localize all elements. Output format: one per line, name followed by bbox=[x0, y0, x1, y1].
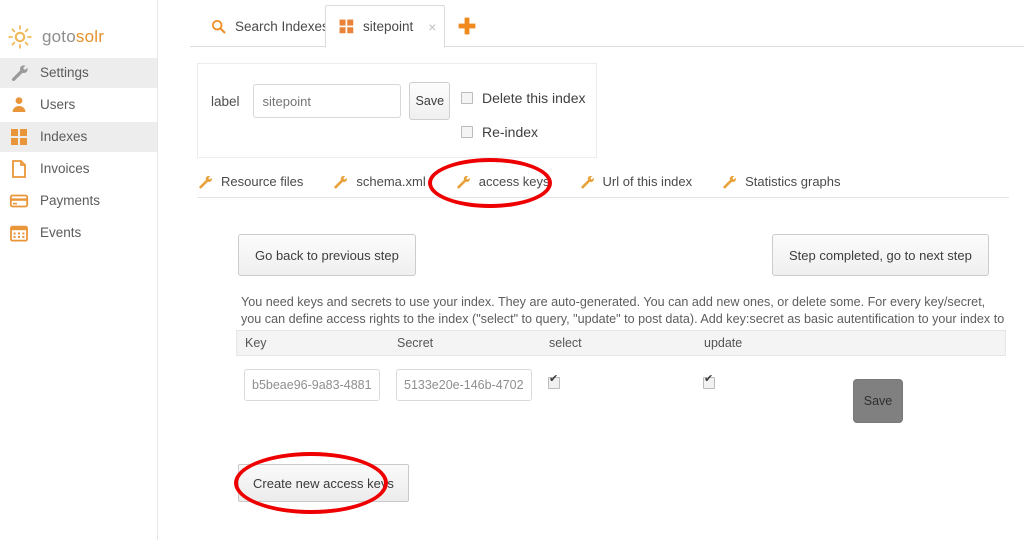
subtab-label: schema.xml bbox=[356, 174, 426, 189]
user-icon bbox=[9, 95, 29, 115]
subtab-schema-xml[interactable]: schema.xml bbox=[332, 174, 426, 190]
column-header-select: select bbox=[549, 336, 582, 350]
subtab-label: Resource files bbox=[221, 174, 304, 189]
cell-secret bbox=[388, 369, 540, 401]
brand-text-accent: solr bbox=[75, 27, 105, 46]
cell-select bbox=[540, 374, 695, 394]
subtab-url-of-this-index[interactable]: Url of this index bbox=[579, 174, 693, 190]
credit-card-icon bbox=[9, 191, 29, 211]
column-header-update: update bbox=[704, 336, 743, 350]
column-header-secret: Secret bbox=[397, 336, 434, 350]
wrench-icon bbox=[332, 174, 348, 190]
sidebar-item-label: Payments bbox=[40, 193, 101, 209]
sidebar-item-label: Users bbox=[40, 97, 76, 113]
key-input[interactable] bbox=[244, 369, 380, 401]
go-back-previous-step-button[interactable]: Go back to previous step bbox=[238, 234, 416, 276]
tab-bar: Search Indexes sitepoint × bbox=[190, 0, 1024, 48]
index-options-group: Delete this index Re-index bbox=[461, 90, 586, 140]
sub-tab-bar: Resource files schema.xml access keys Ur… bbox=[197, 166, 1009, 198]
sidebar-item-settings[interactable]: Settings bbox=[0, 58, 157, 88]
grid-icon bbox=[9, 127, 29, 147]
sidebar-item-payments[interactable]: Payments bbox=[0, 186, 157, 216]
reindex-label: Re-index bbox=[482, 124, 539, 140]
delete-index-checkbox-row[interactable]: Delete this index bbox=[461, 90, 586, 106]
delete-index-label: Delete this index bbox=[482, 90, 586, 106]
grid-icon bbox=[339, 19, 354, 34]
sidebar-item-events[interactable]: Events bbox=[0, 218, 157, 248]
reindex-checkbox-row[interactable]: Re-index bbox=[461, 124, 586, 140]
sidebar-item-indexes[interactable]: Indexes bbox=[0, 122, 157, 152]
cell-key bbox=[236, 369, 388, 401]
brand-text-primary: goto bbox=[42, 27, 76, 46]
calendar-icon bbox=[9, 223, 29, 243]
sidebar-item-label: Events bbox=[40, 225, 82, 241]
wrench-icon bbox=[579, 174, 595, 190]
tab-label: Search Indexes bbox=[235, 19, 329, 34]
document-icon bbox=[9, 159, 29, 179]
brand-logo[interactable]: gotosolr bbox=[0, 16, 157, 58]
wrench-icon bbox=[721, 174, 737, 190]
delete-index-checkbox[interactable] bbox=[461, 92, 473, 104]
select-permission-checkbox[interactable] bbox=[548, 374, 560, 389]
save-keys-button[interactable]: Save bbox=[853, 379, 903, 423]
update-permission-checkbox[interactable] bbox=[703, 374, 715, 389]
create-new-access-keys-button[interactable]: Create new access keys bbox=[238, 464, 409, 502]
sidebar-item-users[interactable]: Users bbox=[0, 90, 157, 120]
sidebar-item-label: Indexes bbox=[40, 129, 88, 145]
label-field-label: label bbox=[211, 93, 240, 109]
add-tab-button[interactable] bbox=[457, 16, 477, 40]
wrench-icon bbox=[455, 174, 471, 190]
tab-search-indexes[interactable]: Search Indexes bbox=[198, 6, 342, 47]
reindex-checkbox[interactable] bbox=[461, 126, 473, 138]
wrench-icon bbox=[197, 174, 213, 190]
search-icon bbox=[211, 19, 226, 34]
go-next-step-button[interactable]: Step completed, go to next step bbox=[772, 234, 989, 276]
sidebar-item-label: Invoices bbox=[40, 161, 90, 177]
close-icon[interactable]: × bbox=[428, 19, 436, 35]
tab-sitepoint[interactable]: sitepoint × bbox=[325, 5, 446, 48]
subtab-label: Statistics graphs bbox=[745, 174, 841, 189]
brand-text: gotosolr bbox=[42, 27, 104, 47]
cell-update bbox=[695, 374, 995, 394]
save-label-button[interactable]: Save bbox=[408, 82, 450, 120]
column-header-key: Key bbox=[245, 336, 267, 350]
sun-icon bbox=[8, 25, 32, 49]
application-window: gotosolr Settings Users Indexes Invoices… bbox=[0, 0, 1024, 540]
secret-input[interactable] bbox=[396, 369, 532, 401]
subtab-label: access keys bbox=[478, 174, 550, 189]
sidebar-item-label: Settings bbox=[40, 65, 89, 81]
table-header-row: Key Secret select update bbox=[236, 330, 1006, 356]
sidebar: gotosolr Settings Users Indexes Invoices… bbox=[0, 0, 158, 540]
subtab-statistics-graphs[interactable]: Statistics graphs bbox=[721, 174, 841, 190]
tab-label: sitepoint bbox=[363, 19, 414, 34]
sidebar-item-invoices[interactable]: Invoices bbox=[0, 154, 157, 184]
subtab-resource-files[interactable]: Resource files bbox=[197, 174, 303, 190]
index-label-panel: label Save Delete this index Re-index bbox=[197, 63, 597, 158]
wrench-icon bbox=[9, 63, 29, 83]
label-input[interactable] bbox=[252, 84, 401, 118]
subtab-access-keys[interactable]: access keys bbox=[455, 174, 550, 190]
subtab-label: Url of this index bbox=[602, 174, 693, 189]
